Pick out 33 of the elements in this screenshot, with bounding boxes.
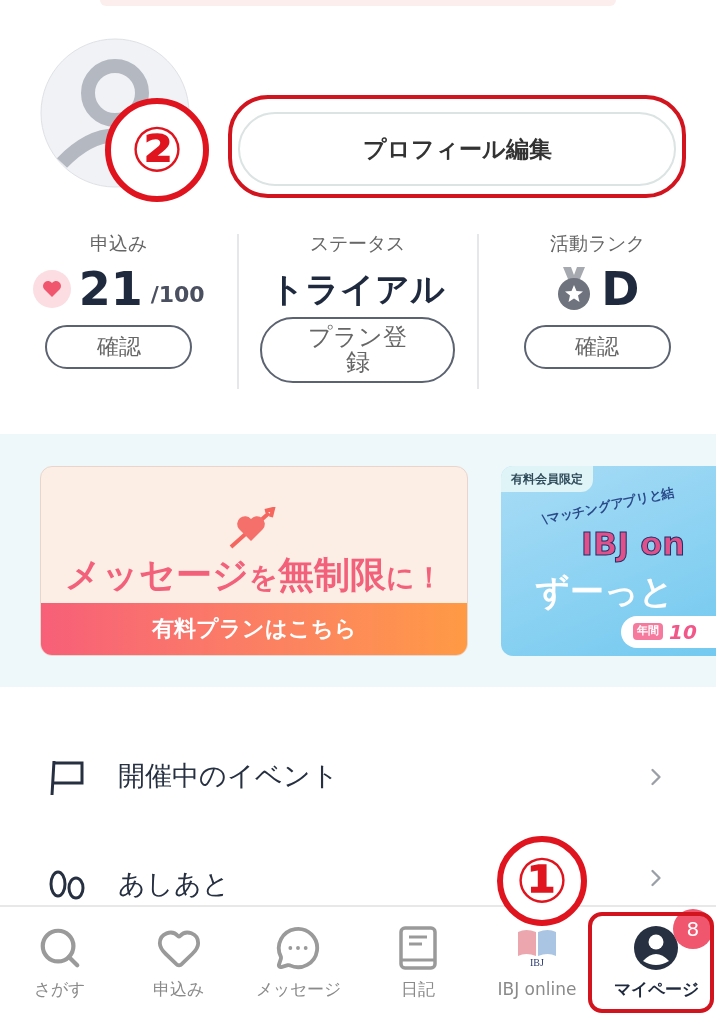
stat-label: ステータス [310,234,406,253]
confirm-button[interactable]: 確認 [523,325,671,369]
stat-label: 申込み [90,234,148,253]
logo-icon [515,928,558,958]
menu-label[interactable]: 開催中のイベント [118,756,339,797]
stat-value: 21 [78,266,143,312]
confirm-button[interactable]: 確認 [45,325,193,369]
promo-banner[interactable]: 有料会員限定 \マッチングアプリと結 IBJ on ずーっと 年間 10 [501,465,716,656]
tab[interactable]: 日記 [397,923,438,999]
stat-label: 活動ランク [549,234,645,253]
promo-title: IBJ on [581,523,686,565]
stat-value: D [601,266,640,312]
tab[interactable]: IBJ IBJ online [497,923,577,999]
pill-text: 10 [669,618,697,646]
user-icon [633,925,680,971]
plan-register-button[interactable]: プラン登録 [260,317,456,383]
promo-headline: メッセージを無制限に！ [65,556,443,593]
profile-edit-button[interactable]: プロフィール編集 [238,112,676,186]
chat-icon [275,925,322,971]
logo-text: IBJ [530,958,544,968]
promo-tag: 有料会員限定 [501,465,593,492]
menu-label[interactable]: あしあと [118,864,230,905]
tab[interactable]: さがす [34,923,86,999]
book-icon [397,925,438,971]
stat-value: トライアル [270,272,446,306]
tab[interactable]: 申込み [153,923,205,999]
annotation-number: ② [105,98,209,202]
tab[interactable]: マイページ 8 [599,909,713,999]
annotation-number: ① [497,836,587,926]
pill-tag: 年間 [633,623,663,640]
stat-total: /100 [150,281,205,309]
tab[interactable]: メッセージ [255,923,341,999]
promo-title: ずーっと [535,569,674,613]
